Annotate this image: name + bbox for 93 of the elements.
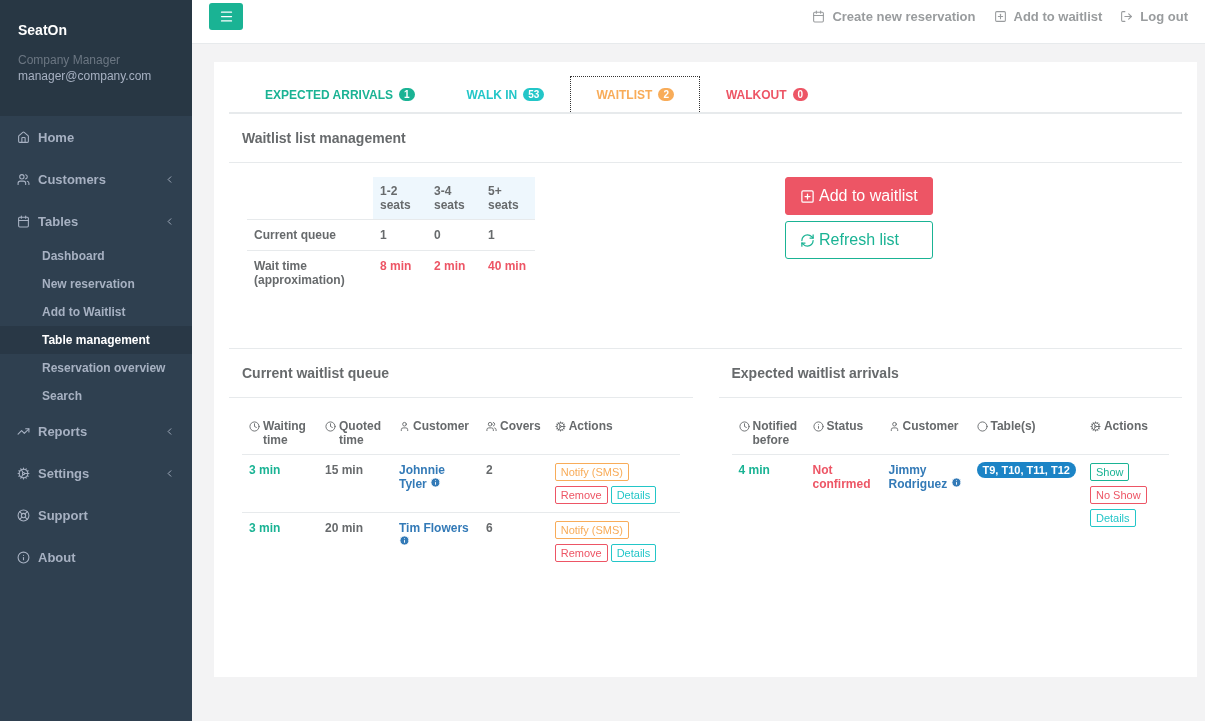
info-icon[interactable] bbox=[430, 477, 442, 488]
header-icon bbox=[1089, 421, 1101, 432]
section-title: Waitlist list management bbox=[229, 114, 1182, 163]
nav-item[interactable]: About bbox=[0, 536, 192, 578]
nav-icon bbox=[17, 466, 30, 480]
remove-button[interactable]: Remove bbox=[554, 486, 608, 504]
row-label: Current queue bbox=[247, 219, 373, 251]
tab[interactable]: WAITLIST 2 bbox=[570, 76, 700, 112]
header-icon bbox=[738, 421, 750, 432]
remove-button[interactable]: No Show bbox=[1089, 486, 1147, 504]
section-title: Expected waitlist arrivals bbox=[718, 349, 1182, 398]
circle-icon bbox=[976, 421, 988, 432]
column-header: Waiting time bbox=[242, 412, 318, 455]
section-title: Current waitlist queue bbox=[229, 349, 693, 398]
count-badge: 1 bbox=[399, 88, 415, 101]
table-cell: 40 min bbox=[481, 250, 535, 295]
customer-link[interactable]: Jimmy Rodriguez bbox=[888, 463, 963, 491]
table-cell: 6 bbox=[479, 512, 548, 570]
nav-icon bbox=[17, 172, 30, 186]
details-button[interactable]: Details bbox=[610, 486, 657, 504]
top-link[interactable]: Log out bbox=[1120, 9, 1188, 24]
details-button[interactable]: Details bbox=[1089, 509, 1136, 527]
table-cell: 1 bbox=[481, 219, 535, 251]
column-header: 3-4 seats bbox=[427, 177, 481, 220]
info-icon[interactable] bbox=[399, 535, 410, 546]
header-icon bbox=[554, 421, 566, 432]
count-badge: 0 bbox=[792, 88, 809, 101]
table-cell: 2 min bbox=[427, 250, 481, 295]
nav-item[interactable]: Home bbox=[0, 116, 192, 158]
submenu-item[interactable]: Table management bbox=[0, 326, 192, 354]
nav-icon bbox=[17, 214, 30, 228]
refresh-icon bbox=[800, 232, 815, 248]
table-cell: 15 min bbox=[318, 454, 392, 513]
table-cell: 3 min bbox=[242, 454, 318, 513]
menu-icon bbox=[218, 9, 234, 24]
add-waitlist-button[interactable]: Add to waitlist bbox=[785, 177, 933, 215]
count-badge: 2 bbox=[658, 88, 674, 101]
header-icon bbox=[399, 421, 410, 432]
nav-icon bbox=[17, 130, 30, 144]
table-cell: 20 min bbox=[318, 512, 392, 570]
column-header: 1-2 seats bbox=[373, 177, 427, 220]
user-role: Company Manager bbox=[18, 52, 122, 68]
tables-badge: T9, T10, T11, T12 bbox=[976, 462, 1076, 478]
column-header: Covers bbox=[479, 412, 548, 455]
nav-item[interactable]: Customers bbox=[0, 158, 192, 200]
submenu-item[interactable]: Reservation overview bbox=[0, 354, 192, 382]
table-cell: 0 bbox=[427, 219, 481, 251]
table-cell: 4 min bbox=[731, 454, 806, 535]
nav-item[interactable]: Settings bbox=[0, 452, 192, 494]
nav-icon bbox=[17, 508, 30, 522]
remove-button[interactable]: Remove bbox=[554, 544, 608, 562]
column-header: Actions bbox=[1082, 412, 1169, 455]
submenu-item[interactable]: Add to Waitlist bbox=[0, 298, 192, 326]
row-label: Wait time (approximation) bbox=[247, 250, 373, 295]
submenu-item[interactable]: New reservation bbox=[0, 270, 192, 298]
nav-item[interactable]: Tables bbox=[0, 200, 192, 242]
header-icon bbox=[325, 421, 336, 432]
notify-button[interactable]: Notify (SMS) bbox=[554, 463, 630, 481]
info-icon[interactable] bbox=[950, 477, 962, 488]
header-icon bbox=[812, 421, 824, 432]
column-header: Notified before bbox=[731, 412, 806, 455]
column-header: Customer bbox=[392, 412, 479, 455]
count-badge: 53 bbox=[523, 88, 545, 101]
user-email: manager@company.com bbox=[18, 68, 153, 84]
header-icon bbox=[486, 421, 497, 432]
column-header: 5+ seats bbox=[481, 177, 535, 220]
table-cell: 8 min bbox=[373, 250, 427, 295]
submenu-item[interactable]: Search bbox=[0, 382, 192, 410]
submenu-item[interactable]: Dashboard bbox=[0, 242, 192, 270]
column-header: Quoted time bbox=[318, 412, 392, 455]
customer-link[interactable]: Johnnie Tyler bbox=[399, 463, 472, 491]
details-button[interactable]: Details bbox=[610, 544, 657, 562]
column-header: Table(s) bbox=[969, 412, 1083, 455]
nav-item[interactable]: Reports bbox=[0, 410, 192, 452]
nav-icon bbox=[17, 550, 30, 564]
column-header: Status bbox=[805, 412, 882, 455]
header-icon bbox=[249, 421, 260, 432]
header-icon bbox=[888, 421, 900, 432]
column-header: Actions bbox=[547, 412, 680, 455]
brand-name: SeatOn bbox=[18, 22, 68, 38]
column-header: Customer bbox=[881, 412, 970, 455]
customer-link[interactable]: Tim Flowers bbox=[399, 521, 472, 549]
table-cell: 1 bbox=[373, 219, 427, 251]
nav-item[interactable]: Support bbox=[0, 494, 192, 536]
top-link[interactable]: Add to waitlist bbox=[993, 9, 1103, 24]
table-cell: 3 min bbox=[242, 512, 318, 570]
refresh-button[interactable]: Refresh list bbox=[785, 221, 933, 259]
table-cell: 2 bbox=[479, 454, 548, 513]
top-link[interactable]: Create new reservation bbox=[812, 9, 976, 24]
notify-button[interactable]: Notify (SMS) bbox=[554, 521, 630, 539]
status-text: Not confirmed bbox=[805, 454, 882, 535]
plus-icon bbox=[800, 188, 815, 204]
show-button[interactable]: Show bbox=[1089, 463, 1130, 481]
